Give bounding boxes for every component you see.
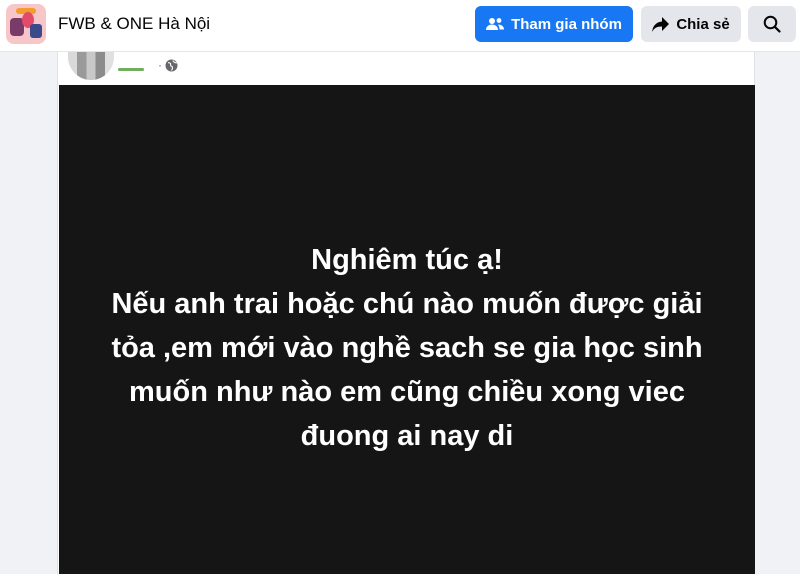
image-text-line: Nếu anh trai hoặc chú nào muốn được giải [111,287,703,320]
globe-icon [165,59,178,71]
author-avatar[interactable] [68,52,114,80]
share-button[interactable]: Chia sẻ [641,6,741,42]
post-image[interactable]: Nghiêm túc ạ! Nếu anh trai hoặc chú nào … [59,85,755,574]
search-icon [763,15,781,33]
image-text-line: Nghiêm túc ạ! [311,243,503,276]
image-text-line: muốn như nào em cũng chiều xong viec [129,375,685,408]
top-bar: FWB & ONE Hà Nội Tham gia nhóm Chia sẻ [0,0,800,52]
group-avatar[interactable] [6,4,46,44]
post-card: · Nghiêm túc ạ! Nếu anh trai hoặc chú nà… [57,52,755,574]
meta-dot: · [158,58,162,72]
join-group-button[interactable]: Tham gia nhóm [475,6,633,42]
post-image-text: Nghiêm túc ạ! Nếu anh trai hoặc chú nào … [107,238,707,458]
group-title[interactable]: FWB & ONE Hà Nội [58,14,210,34]
search-button[interactable] [748,6,796,42]
join-group-label: Tham gia nhóm [511,15,622,33]
image-text-line: đuong ai nay di [300,419,514,452]
image-text-line: tỏa ,em mới vào nghề sach se gia học sin… [111,331,703,364]
share-label: Chia sẻ [676,15,730,33]
post-meta: · [158,58,178,72]
share-arrow-icon [652,16,670,32]
people-icon [486,18,505,30]
author-name[interactable] [118,68,144,71]
